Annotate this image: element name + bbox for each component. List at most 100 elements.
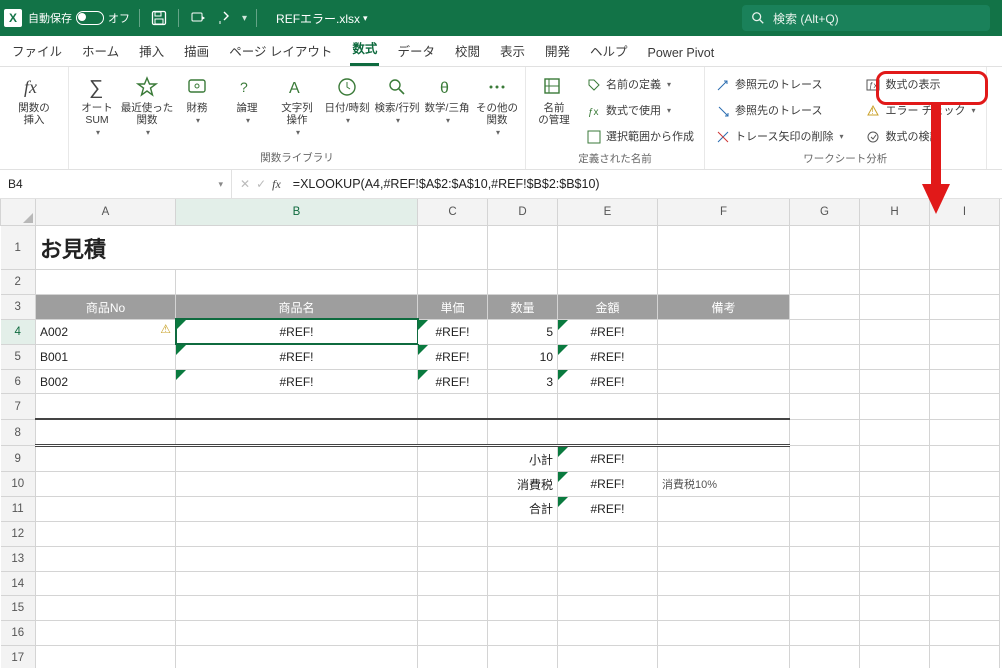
row-header[interactable]: 17 <box>1 646 36 668</box>
filename[interactable]: REFエラー.xlsx▾ <box>276 10 368 27</box>
col-header[interactable]: I <box>930 199 1000 225</box>
tab-draw[interactable]: 描画 <box>182 35 211 66</box>
cell[interactable]: 商品No <box>36 295 176 320</box>
tab-power-pivot[interactable]: Power Pivot <box>646 40 717 66</box>
row-header[interactable]: 16 <box>1 621 36 646</box>
spreadsheet-grid[interactable]: A B C D E F G H I 1 お見積 2 3 商品No 商品名 単価 … <box>0 199 1002 668</box>
error-checking-button[interactable]: !エラー チェック <box>859 99 981 123</box>
cell[interactable]: 消費税 <box>488 472 558 497</box>
col-header[interactable]: B <box>176 199 418 225</box>
tab-data[interactable]: データ <box>395 35 437 66</box>
col-header[interactable]: G <box>790 199 860 225</box>
row-header[interactable]: 10 <box>1 472 36 497</box>
row-header[interactable]: 15 <box>1 596 36 621</box>
row-header[interactable]: 3 <box>1 295 36 320</box>
name-manager-button[interactable]: 名前 の管理 <box>530 71 578 129</box>
financial-button[interactable]: 財務 <box>173 71 221 128</box>
confirm-icon[interactable]: ✓ <box>256 177 266 191</box>
tab-review[interactable]: 校閲 <box>453 35 482 66</box>
cell[interactable]: #REF! <box>418 319 488 344</box>
col-header[interactable]: D <box>488 199 558 225</box>
remove-arrows-button[interactable]: トレース矢印の削除 <box>709 125 849 149</box>
recent-functions-button[interactable]: 最近使った 関数 <box>123 71 171 140</box>
cell[interactable]: #REF! <box>418 369 488 394</box>
col-header[interactable]: H <box>860 199 930 225</box>
cell[interactable]: #REF! <box>558 497 658 522</box>
formula-input[interactable]: =XLOOKUP(A4,#REF!$A$2:$A$10,#REF!$B$2:$B… <box>289 177 600 191</box>
trace-precedents-button[interactable]: 参照元のトレース <box>709 73 849 97</box>
create-from-selection-button[interactable]: 選択範囲から作成 <box>580 125 700 149</box>
redo-icon[interactable] <box>214 8 234 28</box>
row-header[interactable]: 8 <box>1 419 36 445</box>
cell[interactable]: #REF! <box>558 319 658 344</box>
math-trig-button[interactable]: θ数学/三角 <box>423 71 471 128</box>
row-header[interactable]: 11 <box>1 497 36 522</box>
save-icon[interactable] <box>149 8 169 28</box>
cell[interactable]: 数量 <box>488 295 558 320</box>
trace-dependents-button[interactable]: 参照先のトレース <box>709 99 849 123</box>
col-header[interactable]: C <box>418 199 488 225</box>
tab-page-layout[interactable]: ページ レイアウト <box>227 35 334 66</box>
row-header[interactable]: 1 <box>1 225 36 269</box>
row-header[interactable]: 4 <box>1 319 36 344</box>
cell[interactable]: #REF! <box>558 369 658 394</box>
row-header[interactable]: 2 <box>1 270 36 295</box>
cancel-icon[interactable]: ✕ <box>240 177 250 191</box>
tab-home[interactable]: ホーム <box>80 35 121 66</box>
name-box[interactable]: B4▾ <box>0 170 232 198</box>
cell[interactable]: 備考 <box>658 295 790 320</box>
col-header[interactable]: E <box>558 199 658 225</box>
use-in-formula-button[interactable]: ƒx数式で使用 <box>580 99 700 123</box>
cell[interactable]: 小計 <box>488 446 558 472</box>
show-formulas-button[interactable]: ƒx数式の表示 <box>859 73 981 97</box>
logical-button[interactable]: ?論理 <box>223 71 271 128</box>
evaluate-formula-button[interactable]: 数式の検証 <box>859 125 981 149</box>
cell[interactable] <box>658 369 790 394</box>
cell[interactable]: 単価 <box>418 295 488 320</box>
cell[interactable]: 金額 <box>558 295 658 320</box>
text-button[interactable]: A文字列 操作 <box>273 71 321 140</box>
cell[interactable]: お見積 <box>36 225 418 269</box>
cell[interactable]: #REF! <box>558 472 658 497</box>
cell[interactable]: B001 <box>36 344 176 369</box>
cell[interactable]: #REF! <box>558 344 658 369</box>
undo-icon[interactable] <box>188 8 208 28</box>
row-header[interactable]: 6 <box>1 369 36 394</box>
col-header[interactable]: A <box>36 199 176 225</box>
insert-function-button[interactable]: fx 関数の 挿入 <box>10 71 58 129</box>
cell[interactable]: #REF! <box>558 446 658 472</box>
autosave-toggle[interactable]: 自動保存 オフ <box>28 10 130 26</box>
autosum-button[interactable]: ∑オート SUM <box>73 71 121 140</box>
row-header[interactable]: 7 <box>1 394 36 419</box>
lookup-button[interactable]: 検索/行列 <box>373 71 421 128</box>
row-header[interactable]: 12 <box>1 521 36 546</box>
tab-formulas[interactable]: 数式 <box>350 32 379 66</box>
tab-file[interactable]: ファイル <box>10 35 64 66</box>
cell[interactable]: #REF! <box>418 344 488 369</box>
cell[interactable]: #REF! <box>176 369 418 394</box>
cell-selected[interactable]: #REF! <box>176 319 418 344</box>
cell[interactable]: 消費税10% <box>658 472 790 497</box>
tab-help[interactable]: ヘルプ <box>588 35 630 66</box>
row-header[interactable]: 5 <box>1 344 36 369</box>
tab-developer[interactable]: 開発 <box>543 35 572 66</box>
more-functions-button[interactable]: その他の 関数 <box>473 71 521 140</box>
fx-icon[interactable]: fx <box>272 177 281 192</box>
cell[interactable]: B002 <box>36 369 176 394</box>
date-time-button[interactable]: 日付/時刻 <box>323 71 371 128</box>
select-all-button[interactable] <box>1 199 36 225</box>
cell[interactable]: #REF! <box>176 344 418 369</box>
tab-view[interactable]: 表示 <box>498 35 527 66</box>
define-name-button[interactable]: 名前の定義 <box>580 73 700 97</box>
cell[interactable]: 商品名 <box>176 295 418 320</box>
cell[interactable]: 合計 <box>488 497 558 522</box>
row-header[interactable]: 14 <box>1 571 36 596</box>
col-header[interactable]: F <box>658 199 790 225</box>
cell[interactable]: 5 <box>488 319 558 344</box>
cell[interactable]: 3 <box>488 369 558 394</box>
cell[interactable] <box>658 319 790 344</box>
cell[interactable] <box>658 344 790 369</box>
search-box[interactable]: 検索 (Alt+Q) <box>742 5 990 31</box>
cell[interactable]: 10 <box>488 344 558 369</box>
row-header[interactable]: 13 <box>1 546 36 571</box>
